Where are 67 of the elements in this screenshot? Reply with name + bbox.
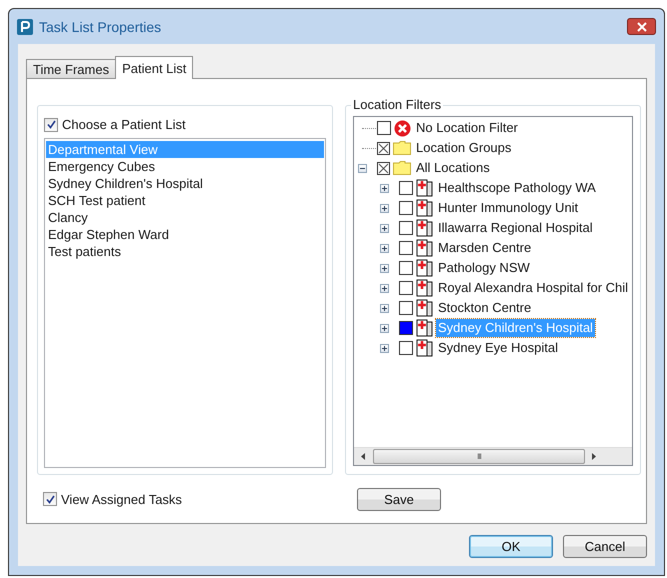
expand-icon[interactable] bbox=[380, 284, 389, 292]
medical-record-icon bbox=[416, 219, 433, 237]
tree-item[interactable]: Illawarra Regional Hospital bbox=[436, 219, 595, 237]
medical-record-icon bbox=[416, 319, 433, 337]
tree-item[interactable]: Hunter Immunology Unit bbox=[436, 199, 580, 217]
window-title: Task List Properties bbox=[39, 18, 162, 34]
scrollbar-thumb[interactable]: III bbox=[373, 449, 585, 464]
tree-item[interactable]: Location Groups bbox=[414, 139, 514, 157]
close-icon bbox=[636, 22, 648, 32]
checkbox[interactable] bbox=[44, 118, 58, 132]
expand-icon[interactable] bbox=[380, 344, 389, 352]
tab[interactable]: Time Frames bbox=[26, 59, 116, 78]
list-item[interactable]: SCH Test patient bbox=[46, 192, 324, 209]
group-title: Location Filters bbox=[351, 98, 444, 112]
medical-record-icon bbox=[416, 179, 433, 197]
tree-checkbox[interactable] bbox=[377, 142, 390, 154]
horizontal-scrollbar[interactable]: III bbox=[354, 447, 632, 465]
expand-icon[interactable] bbox=[380, 224, 389, 232]
expand-icon[interactable] bbox=[380, 264, 389, 272]
save-button[interactable]: Save bbox=[357, 488, 441, 510]
tree-checkbox[interactable] bbox=[399, 301, 413, 315]
folder-icon bbox=[393, 141, 411, 155]
tree-checkbox[interactable] bbox=[399, 261, 413, 275]
list-item[interactable]: Sydney Children's Hospital bbox=[46, 175, 324, 192]
folder-icon bbox=[393, 161, 411, 175]
tree-checkbox[interactable] bbox=[399, 241, 413, 255]
expand-icon[interactable] bbox=[380, 204, 389, 212]
medical-record-icon bbox=[416, 339, 433, 357]
tree-checkbox[interactable] bbox=[377, 162, 390, 174]
tree-item[interactable]: Pathology NSW bbox=[436, 259, 532, 277]
list-item[interactable]: Clancy bbox=[46, 209, 324, 226]
ok-button[interactable]: OK bbox=[469, 535, 553, 558]
expand-icon[interactable] bbox=[380, 304, 389, 312]
medical-record-icon bbox=[416, 239, 433, 257]
checkbox-label: View Assigned Tasks bbox=[61, 492, 182, 506]
list-item[interactable]: Edgar Stephen Ward bbox=[46, 226, 324, 243]
tree-checkbox[interactable] bbox=[399, 181, 413, 195]
app-logo-icon bbox=[17, 18, 33, 34]
tree-item[interactable]: Marsden Centre bbox=[436, 239, 534, 257]
tree-item[interactable]: Sydney Eye Hospital bbox=[436, 339, 560, 357]
tab[interactable]: Patient List bbox=[115, 56, 194, 79]
list-item[interactable]: Test patients bbox=[46, 243, 324, 260]
error-icon bbox=[394, 120, 411, 136]
cancel-button[interactable]: Cancel bbox=[563, 535, 647, 558]
tree-item[interactable]: All Locations bbox=[414, 159, 492, 177]
medical-record-icon bbox=[416, 299, 433, 317]
tree-checkbox[interactable] bbox=[399, 281, 413, 295]
close-button[interactable] bbox=[627, 18, 656, 35]
medical-record-icon bbox=[416, 199, 433, 217]
tree-item[interactable]: Stockton Centre bbox=[436, 299, 534, 317]
medical-record-icon bbox=[416, 279, 433, 297]
checkbox[interactable] bbox=[43, 492, 57, 506]
expand-icon[interactable] bbox=[380, 324, 389, 332]
expand-icon[interactable] bbox=[380, 244, 389, 252]
tree-item[interactable]: No Location Filter bbox=[414, 119, 520, 137]
expand-icon[interactable] bbox=[380, 184, 389, 192]
tree-item[interactable]: Healthscope Pathology WA bbox=[436, 179, 598, 197]
checkbox-label: Choose a Patient List bbox=[62, 117, 186, 132]
tree-checkbox[interactable] bbox=[399, 201, 413, 215]
tree-checkbox[interactable] bbox=[399, 341, 413, 355]
tree-checkbox[interactable] bbox=[377, 121, 391, 135]
collapse-icon[interactable] bbox=[358, 164, 367, 172]
tree-checkbox[interactable] bbox=[399, 221, 413, 235]
medical-record-icon bbox=[416, 259, 433, 277]
tree-checkbox[interactable] bbox=[399, 321, 413, 335]
list-item[interactable]: Emergency Cubes bbox=[46, 158, 324, 175]
tree-item[interactable]: Royal Alexandra Hospital for Chil bbox=[436, 279, 630, 297]
